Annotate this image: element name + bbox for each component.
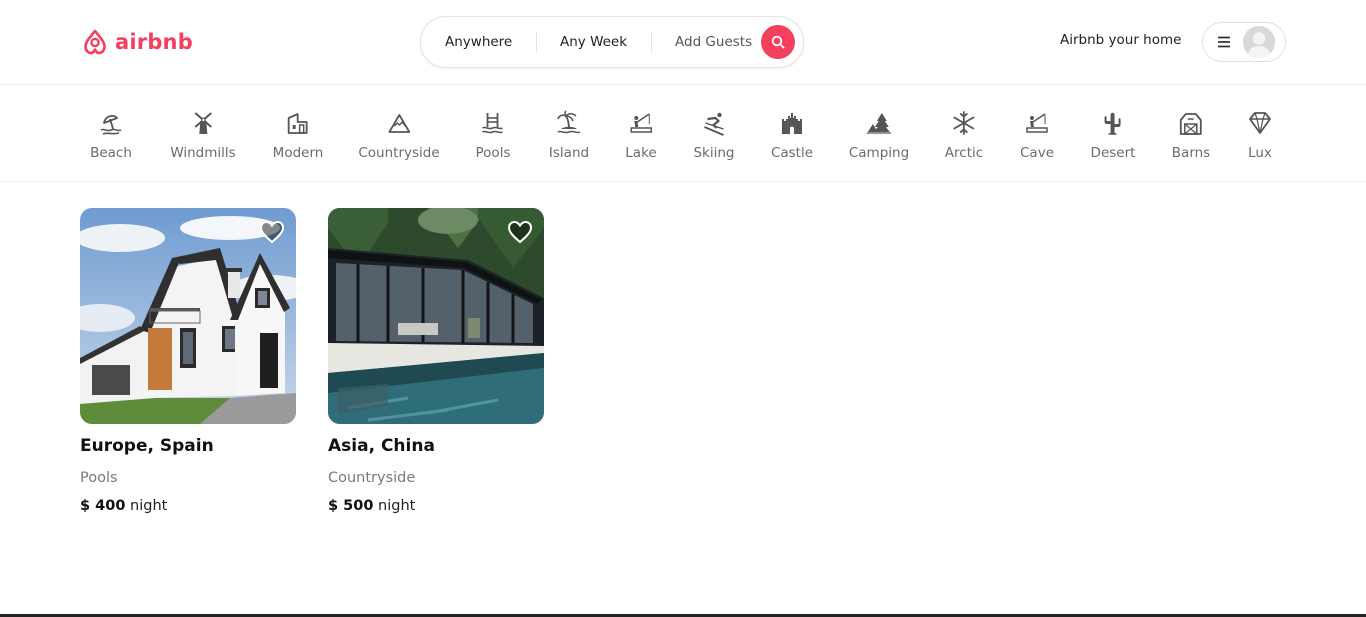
category-label: Castle [770, 145, 814, 161]
modern-icon [288, 113, 308, 134]
avatar [1243, 26, 1275, 58]
diamond-icon [1249, 112, 1271, 134]
search-any-week[interactable]: Any Week [560, 32, 627, 52]
listing-card[interactable]: Europe, Spain Pools $ 400 night [80, 208, 296, 514]
search-button[interactable] [761, 25, 795, 59]
category-countryside[interactable]: Countryside [358, 110, 440, 161]
lake-icon [630, 113, 652, 133]
airbnb-your-home-link[interactable]: Airbnb your home [1060, 32, 1181, 48]
snowflake-icon [953, 111, 975, 135]
heart-icon[interactable] [259, 219, 285, 245]
price-amount: $ 500 [328, 498, 374, 514]
windmill-icon [194, 112, 212, 134]
category-label: Arctic [944, 145, 984, 161]
category-label: Skiing [693, 145, 735, 161]
listing-title: Europe, Spain [80, 436, 214, 456]
user-placeholder-icon [1243, 26, 1275, 58]
beach-icon [100, 115, 122, 135]
category-castle[interactable]: Castle [771, 110, 813, 161]
category-barns[interactable]: Barns [1172, 110, 1210, 161]
search-bar[interactable]: Anywhere Any Week Add Guests [420, 16, 804, 68]
category-label: Barns [1171, 145, 1211, 161]
airbnb-logo[interactable]: airbnb [80, 26, 193, 58]
category-label: Cave [1020, 145, 1054, 161]
category-skiing[interactable]: Skiing [693, 110, 735, 161]
barn-icon [1180, 113, 1202, 135]
category-camping[interactable]: Camping [849, 110, 909, 161]
castle-icon [782, 113, 802, 134]
search-icon [771, 35, 785, 49]
hamburger-icon [1218, 36, 1230, 48]
search-anywhere[interactable]: Anywhere [445, 32, 512, 52]
pool-icon [482, 113, 504, 134]
price-unit: night [378, 498, 416, 514]
camping-icon [866, 113, 891, 134]
mountain-icon [388, 114, 410, 133]
user-menu-button[interactable] [1202, 22, 1286, 62]
category-label: Countryside [358, 145, 440, 161]
search-divider [536, 32, 537, 52]
cactus-icon [1104, 112, 1121, 135]
price-amount: $ 400 [80, 498, 126, 514]
listing-price: $ 500 night [328, 498, 544, 514]
search-add-guests[interactable]: Add Guests [675, 32, 752, 52]
cave-icon [1026, 113, 1048, 133]
category-desert[interactable]: Desert [1090, 110, 1136, 161]
category-label: Beach [90, 145, 132, 161]
category-lux[interactable]: Lux [1247, 110, 1273, 161]
category-label: Lake [625, 145, 657, 161]
listing-card[interactable]: Asia, China Countryside $ 500 night [328, 208, 544, 514]
category-label: Modern [272, 145, 324, 161]
listing-category: Countryside [328, 470, 416, 486]
listing-photo[interactable] [328, 208, 544, 424]
search-divider [651, 32, 652, 52]
price-unit: night [130, 498, 168, 514]
category-island[interactable]: Island [549, 110, 589, 161]
skiing-icon [703, 112, 724, 136]
category-arctic[interactable]: Arctic [945, 110, 983, 161]
category-windmills[interactable]: Windmills [170, 110, 236, 161]
category-pools[interactable]: Pools [475, 110, 511, 161]
listing-price: $ 400 night [80, 498, 296, 514]
category-label: Desert [1090, 145, 1136, 161]
category-label: Pools [475, 145, 511, 161]
category-modern[interactable]: Modern [272, 110, 324, 161]
top-navbar: airbnb Anywhere Any Week Add Guests Airb… [0, 0, 1366, 85]
island-icon [557, 110, 581, 134]
category-label: Lux [1248, 145, 1272, 161]
category-label: Camping [848, 145, 910, 161]
airbnb-logo-icon [84, 29, 106, 55]
logo-text: airbnb [115, 30, 193, 54]
category-label: Island [548, 145, 590, 161]
heart-icon[interactable] [507, 219, 533, 245]
listing-category: Pools [80, 470, 118, 486]
category-cave[interactable]: Cave [1020, 110, 1054, 161]
category-beach[interactable]: Beach [90, 110, 132, 161]
category-label: Windmills [170, 145, 236, 161]
listing-title: Asia, China [328, 436, 435, 456]
listing-photo[interactable] [80, 208, 296, 424]
category-bar: Beach Windmills Modern Countryside Pools… [0, 86, 1366, 182]
category-lake[interactable]: Lake [625, 110, 657, 161]
